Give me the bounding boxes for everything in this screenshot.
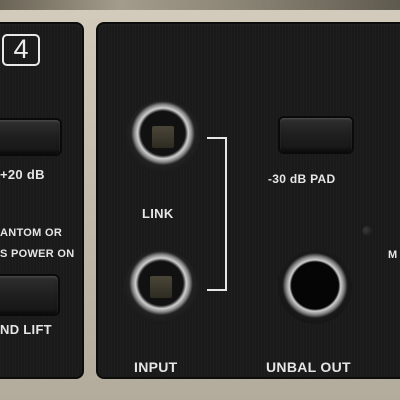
link-jack[interactable] xyxy=(126,100,200,174)
edge-partial-label: M xyxy=(388,249,398,261)
right-channel-panel xyxy=(96,22,400,379)
unbal-out-jack[interactable] xyxy=(278,250,352,324)
ground-lift-label: ND LIFT xyxy=(0,322,52,337)
phantom-power-label-line-2: S POWER ON xyxy=(0,248,75,260)
rack-chassis: 4 +20 dB ANTOM OR S POWER ON ND LIFT LIN… xyxy=(0,0,400,400)
channel-number-badge: 4 xyxy=(2,34,40,66)
ground-lift-button[interactable] xyxy=(0,276,58,314)
unbal-out-label: UNBAL OUT xyxy=(266,359,351,375)
link-label: LINK xyxy=(142,206,174,221)
rack-top-edge xyxy=(0,0,400,10)
pad-30db-button[interactable] xyxy=(280,118,352,152)
pad-30db-label: -30 dB PAD xyxy=(268,172,336,186)
panel-screw xyxy=(362,226,372,236)
link-input-bracket xyxy=(207,137,227,291)
input-label: INPUT xyxy=(134,359,178,375)
boost-20db-label: +20 dB xyxy=(0,167,45,182)
input-jack[interactable] xyxy=(124,250,198,324)
phantom-power-label-line-1: ANTOM OR xyxy=(0,227,63,239)
boost-20db-button[interactable] xyxy=(0,120,60,154)
